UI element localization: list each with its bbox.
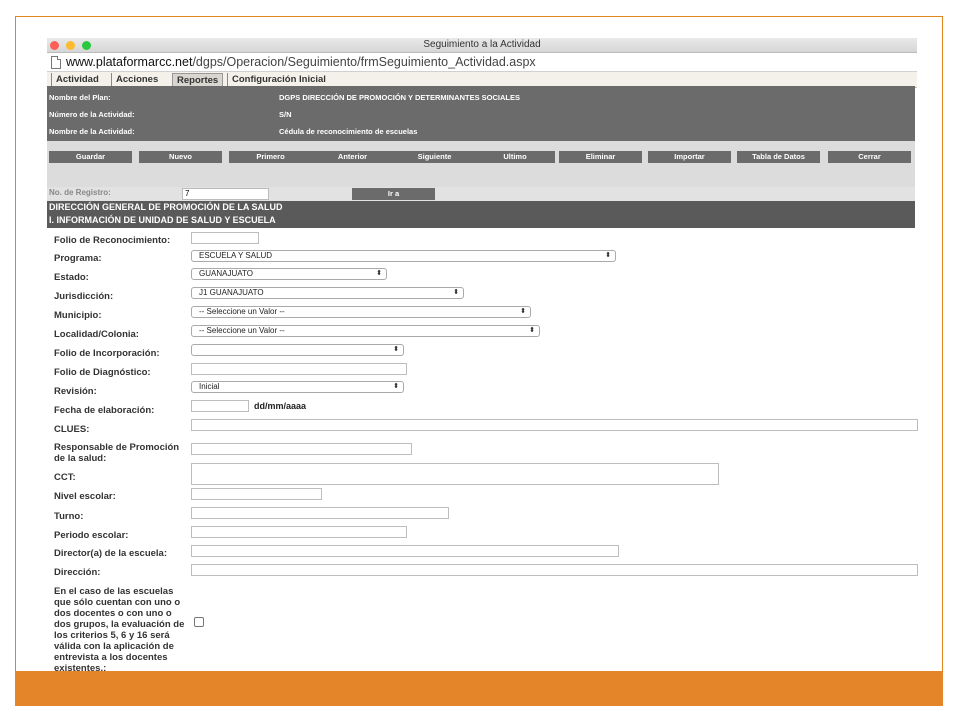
url-text[interactable]: www.plataformarcc.net/dgps/Operacion/Seg… [66, 53, 536, 71]
localidad-value: -- Seleccione un Valor -- [199, 326, 285, 335]
municipio-select[interactable]: -- Seleccione un Valor -- ⬍ [191, 306, 531, 318]
revision-value: Inicial [199, 382, 220, 391]
page-icon [51, 56, 61, 69]
folio-diagnostico-input[interactable] [191, 363, 407, 375]
select-arrows-icon: ⬍ [605, 252, 611, 259]
browser-window: Seguimiento a la Actividad www.plataform… [47, 38, 917, 88]
municipio-value: -- Seleccione un Valor -- [199, 307, 285, 316]
jurisdiccion-value: J1 GUANAJUATO [199, 288, 264, 297]
clues-label: CLUES: [54, 424, 90, 435]
menu-actividad[interactable]: Actividad [51, 73, 103, 86]
footer-bar [15, 671, 943, 706]
anterior-button[interactable]: Anterior [311, 151, 394, 163]
action-toolbar: Guardar Nuevo Primero Anterior Siguiente… [47, 141, 915, 187]
tabla-de-datos-button[interactable]: Tabla de Datos [737, 151, 820, 163]
fecha-input[interactable] [191, 400, 249, 412]
revision-label: Revisión: [54, 386, 97, 397]
select-arrows-icon: ⬍ [393, 383, 399, 390]
folio-incorporacion-label: Folio de Incorporación: [54, 348, 160, 359]
programa-label: Programa: [54, 253, 102, 264]
registro-label: No. de Registro: [49, 188, 111, 197]
section-title-2: I. INFORMACIÓN DE UNIDAD DE SALUD Y ESCU… [49, 215, 276, 225]
cerrar-button[interactable]: Cerrar [828, 151, 911, 163]
plan-label: Nombre del Plan: [49, 93, 111, 102]
cct-label: CCT: [54, 472, 76, 483]
section-header: DIRECCIÓN GENERAL DE PROMOCIÓN DE LA SAL… [47, 201, 915, 228]
primero-button[interactable]: Primero [229, 151, 312, 163]
periodo-input[interactable] [191, 526, 407, 538]
nivel-escolar-input[interactable] [191, 488, 322, 500]
activity-name-value: Cédula de reconocimiento de escuelas [279, 127, 418, 136]
jurisdiccion-select[interactable]: J1 GUANAJUATO ⬍ [191, 287, 464, 299]
registro-row: No. de Registro: 7 Ir a [47, 187, 915, 201]
director-label: Director(a) de la escuela: [54, 548, 167, 559]
select-arrows-icon: ⬍ [453, 289, 459, 296]
turno-label: Turno: [54, 511, 84, 522]
revision-select[interactable]: Inicial ⬍ [191, 381, 404, 393]
localidad-label: Localidad/Colonia: [54, 329, 139, 340]
clues-input[interactable] [191, 419, 918, 431]
folio-reconocimiento-label: Folio de Reconocimiento: [54, 235, 171, 246]
url-path: /dgps/Operacion/Seguimiento/frmSeguimien… [192, 55, 536, 69]
folio-incorporacion-select[interactable]: ⬍ [191, 344, 404, 356]
activity-header: Nombre del Plan: DGPS DIRECCIÓN DE PROMO… [47, 86, 915, 141]
criterio-checkbox[interactable] [194, 617, 204, 627]
folio-reconocimiento-input[interactable] [191, 232, 259, 244]
direccion-input[interactable] [191, 564, 918, 576]
menu-acciones[interactable]: Acciones [111, 73, 162, 86]
select-arrows-icon: ⬍ [520, 308, 526, 315]
siguiente-button[interactable]: Siguiente [393, 151, 476, 163]
menu-configuracion-inicial[interactable]: Configuración Inicial [227, 73, 330, 86]
select-arrows-icon: ⬍ [376, 270, 382, 277]
fecha-format-hint: dd/mm/aaaa [254, 401, 307, 411]
registro-input[interactable]: 7 [182, 188, 269, 200]
estado-select[interactable]: GUANAJUATO ⬍ [191, 268, 387, 280]
url-domain: www.plataformarcc.net [66, 55, 193, 69]
direccion-label: Dirección: [54, 567, 101, 578]
director-input[interactable] [191, 545, 619, 557]
turno-input[interactable] [191, 507, 449, 519]
estado-label: Estado: [54, 272, 89, 283]
window-title: Seguimiento a la Actividad [423, 39, 541, 50]
plan-value: DGPS DIRECCIÓN DE PROMOCIÓN Y DETERMINAN… [279, 93, 520, 102]
section-title-1: DIRECCIÓN GENERAL DE PROMOCIÓN DE LA SAL… [49, 202, 283, 212]
address-bar[interactable]: www.plataformarcc.net/dgps/Operacion/Seg… [47, 53, 917, 72]
select-arrows-icon: ⬍ [393, 346, 399, 353]
eliminar-button[interactable]: Eliminar [559, 151, 642, 163]
ultimo-button[interactable]: Ultimo [475, 151, 555, 163]
programa-value: ESCUELA Y SALUD [199, 251, 273, 260]
folio-diagnostico-label: Folio de Diagnóstico: [54, 367, 151, 378]
activity-number-value: S/N [279, 110, 292, 119]
responsable-input[interactable] [191, 443, 412, 455]
select-arrows-icon: ⬍ [529, 327, 535, 334]
ir-a-button[interactable]: Ir a [352, 188, 435, 200]
localidad-select[interactable]: -- Seleccione un Valor -- ⬍ [191, 325, 540, 337]
window-titlebar: Seguimiento a la Actividad [47, 38, 917, 53]
activity-number-label: Número de la Actividad: [49, 110, 135, 119]
importar-button[interactable]: Importar [648, 151, 731, 163]
fecha-label: Fecha de elaboración: [54, 405, 155, 416]
criterio-label: En el caso de las escuelas que sólo cuen… [54, 586, 185, 674]
activity-name-label: Nombre de la Actividad: [49, 127, 135, 136]
programa-select[interactable]: ESCUELA Y SALUD ⬍ [191, 250, 616, 262]
cct-textarea[interactable] [191, 463, 719, 485]
responsable-label: Responsable de Promoción de la salud: [54, 442, 180, 464]
municipio-label: Municipio: [54, 310, 102, 321]
nuevo-button[interactable]: Nuevo [139, 151, 222, 163]
jurisdiccion-label: Jurisdicción: [54, 291, 114, 302]
guardar-button[interactable]: Guardar [49, 151, 132, 163]
estado-value: GUANAJUATO [199, 269, 253, 278]
nivel-escolar-label: Nivel escolar: [54, 491, 116, 502]
periodo-label: Periodo escolar: [54, 530, 129, 541]
